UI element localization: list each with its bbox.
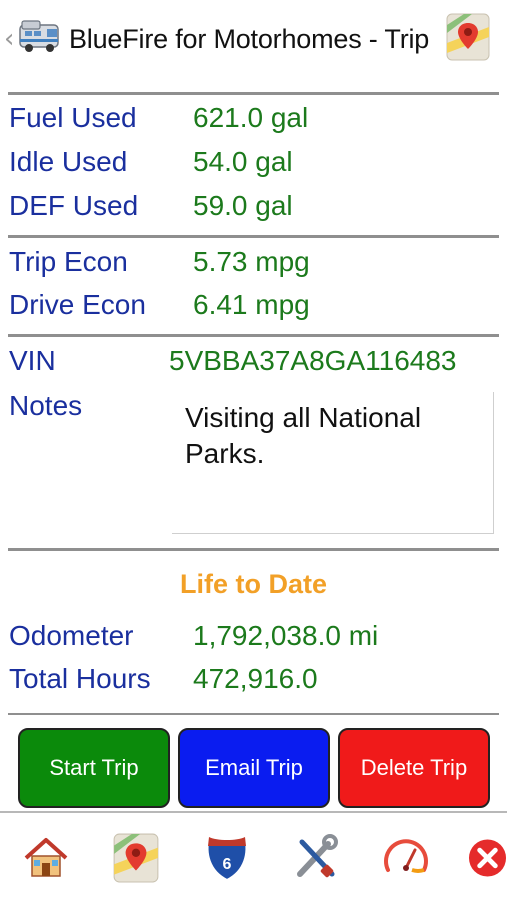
interstate-shield-icon: 6	[206, 835, 248, 882]
nav-tools-button[interactable]	[290, 832, 342, 884]
divider	[8, 548, 499, 551]
gauge-icon	[384, 839, 428, 873]
life-to-date-heading: Life to Date	[179, 569, 327, 599]
divider	[8, 235, 499, 238]
total-hours-label: Total Hours	[9, 663, 151, 694]
start-trip-label: Start Trip	[49, 755, 139, 780]
trip-econ-label: Trip Econ	[9, 246, 128, 277]
start-trip-button[interactable]: Start Trip	[18, 728, 170, 808]
vin-label: VIN	[9, 345, 56, 376]
nav-gauge-button[interactable]	[380, 832, 432, 884]
idle-used-value: 54.0 gal	[193, 146, 293, 177]
back-chevron-icon[interactable]: ‹	[4, 24, 14, 54]
page-title: BlueFire for Motorhomes - Trip	[69, 24, 430, 54]
nav-map-button[interactable]	[110, 832, 162, 884]
def-used-label: DEF Used	[9, 190, 139, 221]
title-bar: ‹ BlueFire for Motorhomes - Trip	[0, 0, 507, 80]
map-pin-icon	[113, 833, 159, 883]
odometer-label: Odometer	[9, 620, 134, 651]
nav-close-button[interactable]	[468, 832, 507, 884]
shield-number: 6	[223, 856, 232, 873]
fuel-used-value: 621.0 gal	[193, 102, 309, 133]
nav-interstate-button[interactable]: 6	[201, 832, 253, 884]
motorhome-icon[interactable]	[17, 17, 63, 57]
tools-icon	[297, 834, 338, 878]
drive-econ-label: Drive Econ	[9, 289, 146, 320]
map-pin-icon[interactable]	[446, 13, 490, 61]
idle-used-label: Idle Used	[9, 146, 128, 177]
notes-label: Notes	[9, 390, 83, 421]
email-trip-label: Email Trip	[205, 755, 303, 780]
divider	[8, 713, 499, 715]
fuel-used-label: Fuel Used	[9, 102, 137, 133]
email-trip-button[interactable]: Email Trip	[178, 728, 330, 808]
def-used-value: 59.0 gal	[193, 190, 293, 221]
home-icon	[24, 838, 68, 877]
notes-text[interactable]: Visiting all National Parks.	[185, 400, 485, 472]
divider	[8, 92, 499, 95]
nav-home-button[interactable]	[20, 832, 72, 884]
drive-econ-value: 6.41 mpg	[193, 289, 310, 320]
trip-econ-value: 5.73 mpg	[193, 246, 310, 277]
divider	[8, 334, 499, 337]
bottom-nav: 6	[0, 812, 507, 900]
total-hours-value: 472,916.0	[193, 663, 318, 694]
delete-trip-label: Delete Trip	[360, 755, 468, 780]
delete-trip-button[interactable]: Delete Trip	[338, 728, 490, 808]
close-icon	[468, 839, 507, 877]
odometer-value: 1,792,038.0 mi	[193, 620, 379, 651]
notes-field[interactable]: Visiting all National Parks.	[172, 392, 494, 534]
vin-value: 5VBBA37A8GA116483	[169, 345, 457, 376]
